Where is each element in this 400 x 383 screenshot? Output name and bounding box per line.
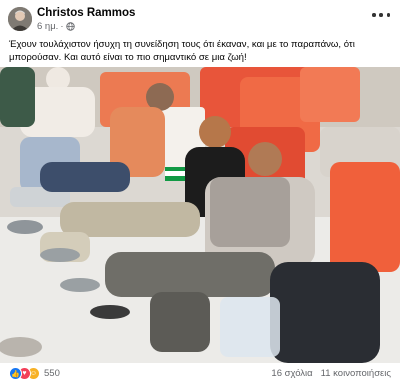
meta-separator: · bbox=[60, 21, 64, 32]
post-footer: 👍 ♥ ☺ 550 16 σχόλια 11 κοινοποιήσεις bbox=[0, 365, 400, 383]
shares-count[interactable]: 11 κοινοποιήσεις bbox=[321, 368, 391, 379]
photo-image bbox=[0, 67, 400, 363]
globe-icon bbox=[65, 22, 75, 31]
post-stats: 16 σχόλια 11 κοινοποιήσεις bbox=[271, 368, 391, 379]
post-photo[interactable] bbox=[0, 67, 400, 363]
post-time[interactable]: 6 ημ. bbox=[37, 21, 58, 32]
author-name[interactable]: Christos Rammos bbox=[37, 7, 135, 19]
post-meta: 6 ημ. · bbox=[37, 21, 75, 32]
reaction-count: 550 bbox=[44, 368, 60, 379]
avatar-image bbox=[8, 7, 32, 31]
reactions-summary[interactable]: 👍 ♥ ☺ 550 bbox=[9, 367, 60, 380]
post-caption: Έχουν τουλάχιστον ήσυχη τη συνείδηση του… bbox=[9, 39, 355, 63]
more-options-icon[interactable] bbox=[372, 8, 390, 22]
post-header: Christos Rammos 6 ημ. · bbox=[0, 0, 400, 36]
comments-count[interactable]: 16 σχόλια bbox=[271, 368, 312, 379]
like-icon: 👍 bbox=[9, 367, 22, 380]
facebook-post: Christos Rammos 6 ημ. · Έχουν τουλάχιστο… bbox=[0, 0, 400, 383]
avatar[interactable] bbox=[8, 7, 32, 31]
